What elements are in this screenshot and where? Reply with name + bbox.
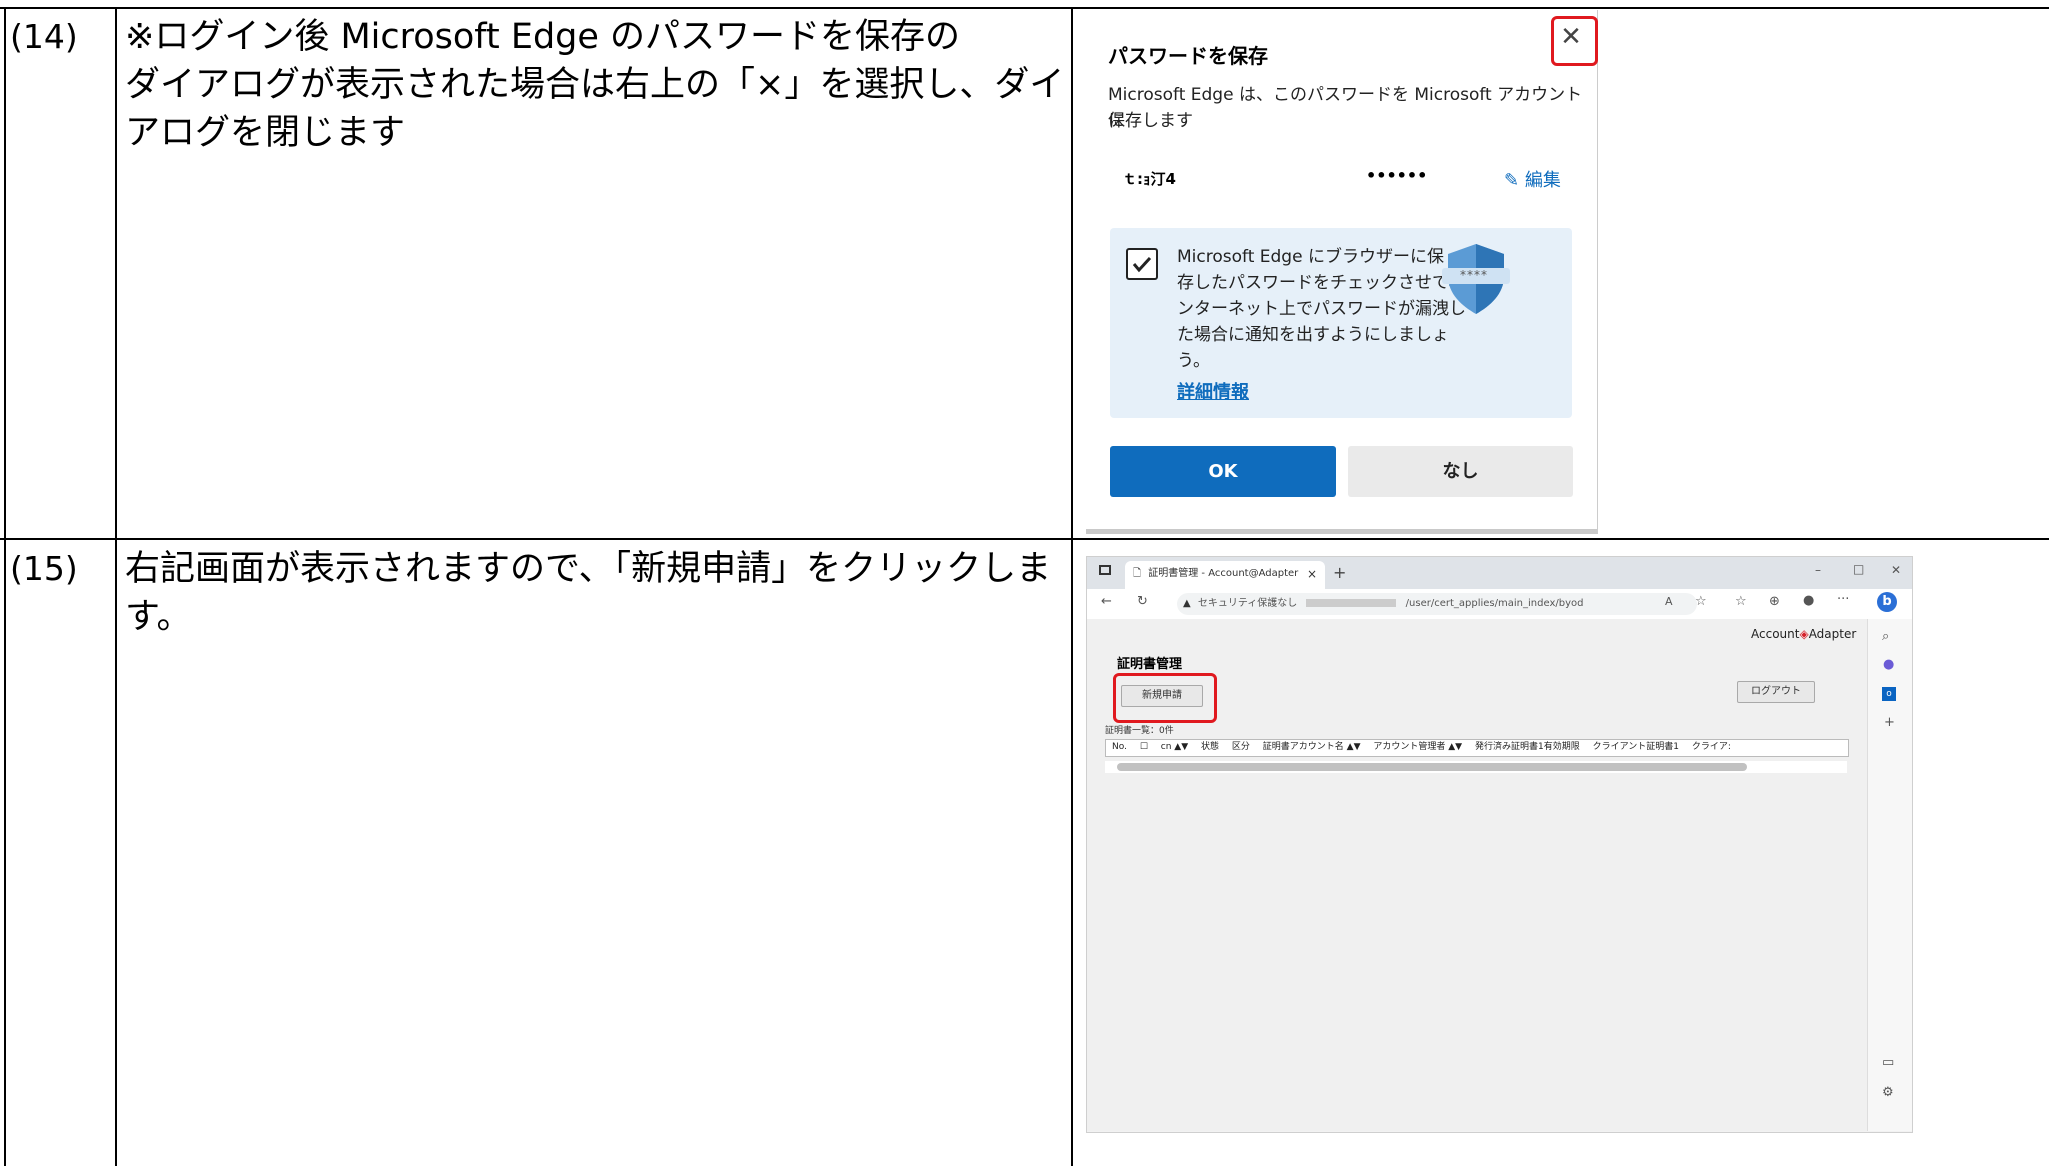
outlook-icon[interactable]: o: [1882, 687, 1896, 701]
url-path: /user/cert_applies/main_index/byod: [1405, 598, 1584, 609]
certificate-table-header: No. ☐ cn ▲▼ 状態 区分 証明書アカウント名 ▲▼ アカウント管理者 …: [1105, 739, 1849, 757]
browser-window: 🗋 証明書管理 - Account@Adapter × + – □ ✕ ← ↻ …: [1086, 556, 1913, 1133]
back-icon[interactable]: ←: [1101, 594, 1112, 609]
step-14-line-3: アログを閉じます: [125, 113, 406, 153]
more-icon[interactable]: ···: [1837, 592, 1849, 607]
col-account-name[interactable]: 証明書アカウント名 ▲▼: [1263, 742, 1361, 752]
table-number-divider: [115, 7, 117, 1166]
dialog-title: パスワードを保存: [1108, 44, 1268, 68]
warning-icon: ▲: [1183, 598, 1191, 609]
bing-icon[interactable]: b: [1877, 592, 1897, 612]
security-label: セキュリティ保護なし: [1197, 598, 1298, 609]
col-account-admin[interactable]: アカウント管理者 ▲▼: [1373, 742, 1462, 752]
col-cn[interactable]: cn ▲▼: [1161, 742, 1188, 752]
logout-button[interactable]: ログアウト: [1737, 681, 1815, 703]
certificate-list-label: 証明書一覧：0件: [1105, 726, 1174, 736]
table-row-divider: [0, 538, 2049, 540]
table-image-divider: [1071, 7, 1073, 1166]
minimize-icon[interactable]: –: [1815, 563, 1821, 577]
scrollbar-thumb[interactable]: [1117, 763, 1747, 771]
sidebar-toggle-icon[interactable]: ▭: [1882, 1055, 1894, 1070]
tab-title: 証明書管理 - Account@Adapter: [1148, 568, 1299, 579]
col-category: 区分: [1231, 742, 1250, 752]
details-link[interactable]: 詳細情報: [1177, 378, 1249, 404]
new-tab-button[interactable]: +: [1333, 563, 1346, 582]
col-expiry: 発行済み証明書1有効期限: [1474, 742, 1580, 752]
table-top-border: [0, 7, 2049, 9]
info-line-5: う。: [1177, 351, 1210, 371]
step-number-14: (14): [10, 17, 78, 56]
address-bar[interactable]: ▲ セキュリティ保護なし /user/cert_applies/main_ind…: [1177, 593, 1697, 615]
refresh-icon[interactable]: ↻: [1137, 594, 1148, 609]
saved-username: ｔ:ｮ汀4: [1122, 170, 1176, 188]
checkmark-icon: [1132, 256, 1152, 273]
col-client-cert-2: クライア:: [1691, 742, 1731, 752]
profile-icon[interactable]: ●: [1803, 593, 1814, 608]
add-sidebar-icon[interactable]: +: [1884, 715, 1895, 730]
tab-certificate-management[interactable]: 🗋 証明書管理 - Account@Adapter ×: [1125, 561, 1325, 589]
info-line-4: た場合に通知を出すようにしましょ: [1177, 325, 1449, 345]
new-request-highlight-box: [1113, 673, 1217, 723]
edit-link[interactable]: ✎ 編集: [1504, 166, 1561, 192]
col-no: No.: [1112, 742, 1127, 752]
info-line-1: Microsoft Edge にブラウザーに保: [1177, 247, 1444, 267]
password-monitor-info: Microsoft Edge にブラウザーに保 存したパスワードをチェックさせて…: [1110, 228, 1572, 418]
step-15-line-2: す。: [125, 597, 192, 637]
settings-icon[interactable]: ⚙: [1882, 1085, 1894, 1100]
tab-bar: 🗋 証明書管理 - Account@Adapter × + – □ ✕: [1087, 557, 1912, 589]
step-15-line-1: 右記画面が表示されますので、「新規申請」をクリックしま: [125, 549, 1052, 589]
close-highlight-box: [1551, 16, 1598, 66]
address-bar-row: ← ↻ ▲ セキュリティ保護なし /user/cert_applies/main…: [1087, 589, 1912, 619]
edge-sidebar: ⌕ ● o + ▭ ⚙: [1867, 619, 1912, 1131]
table-horizontal-scrollbar[interactable]: [1105, 761, 1847, 773]
web-page: Account◈Adapter 証明書管理 新規申請 ログアウト 証明書一覧：0…: [1087, 619, 1867, 1131]
edit-label: 編集: [1524, 170, 1561, 191]
page-title: 証明書管理: [1117, 657, 1183, 672]
favorites-icon[interactable]: ☆: [1735, 594, 1747, 609]
col-status: 状態: [1201, 742, 1220, 752]
collections-icon[interactable]: ⊕: [1769, 594, 1780, 609]
step-14-line-1: ※ログイン後 Microsoft Edge のパスワードを保存の: [125, 17, 961, 57]
table-left-border: [4, 7, 6, 1166]
info-line-2: 存したパスワードをチェックさせて、イ: [1177, 273, 1483, 293]
step-number-15: (15): [10, 549, 78, 588]
window-close-icon[interactable]: ✕: [1891, 563, 1901, 577]
dialog-body-line-2: 保存します: [1108, 111, 1193, 131]
tab-close-icon[interactable]: ×: [1307, 561, 1317, 587]
read-aloud-icon[interactable]: A: [1665, 595, 1673, 608]
shield-mask-text: ****: [1460, 268, 1488, 282]
password-monitor-checkbox[interactable]: [1126, 248, 1158, 280]
step-14-line-2: ダイアログが表示された場合は右上の「×」を選択し、ダイ: [125, 65, 1065, 105]
page-icon: 🗋: [1133, 568, 1142, 579]
info-line-3: ンターネット上でパスワードが漏洩し: [1177, 299, 1466, 319]
site-logo: Account◈Adapter: [1751, 627, 1857, 641]
col-client-cert-1: クライアント証明書1: [1592, 742, 1679, 752]
saved-password: ••••••: [1366, 166, 1428, 185]
url-host-blur: [1306, 599, 1397, 607]
logo-mark-icon: ◈: [1799, 627, 1809, 641]
maximize-icon[interactable]: □: [1853, 562, 1864, 576]
save-password-dialog: パスワードを保存 ✕ Microsoft Edge は、このパスワードを Mic…: [1086, 10, 1598, 534]
search-icon[interactable]: ⌕: [1882, 629, 1889, 644]
favorite-icon[interactable]: ☆: [1695, 594, 1707, 609]
col-select-all-checkbox[interactable]: ☐: [1140, 742, 1148, 752]
none-button[interactable]: なし: [1348, 446, 1573, 497]
ok-button[interactable]: OK: [1110, 446, 1336, 497]
discover-icon[interactable]: ●: [1883, 657, 1894, 672]
pencil-icon: ✎: [1504, 170, 1520, 191]
tab-actions-icon[interactable]: [1099, 565, 1111, 575]
